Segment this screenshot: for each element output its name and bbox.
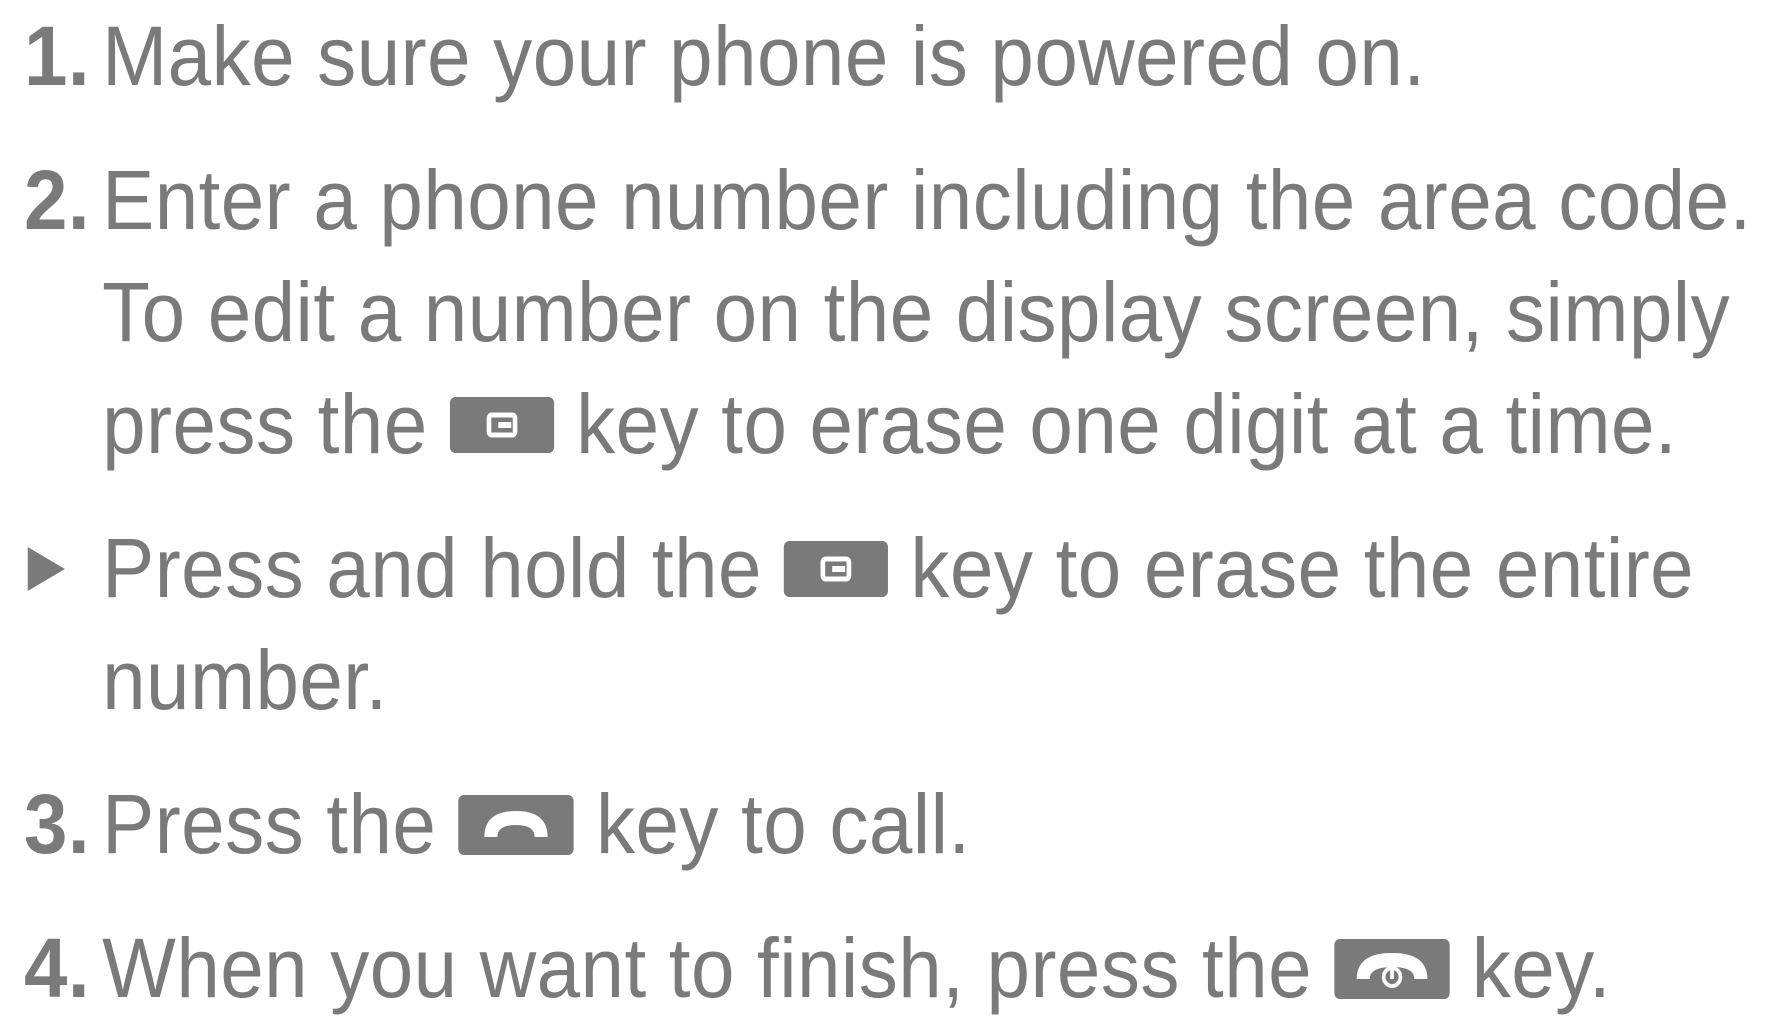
step-4: 4. When you want to finish, press the key… (24, 912, 1661, 1024)
step-text: Press and hold the (102, 521, 762, 615)
step-2-line-1: 2. Enter a phone number including the are… (24, 144, 1751, 256)
triangle-bullet-icon (24, 512, 102, 624)
send-call-key-icon (458, 794, 574, 855)
step-text: press the (102, 377, 428, 471)
bullet-line-1: Press and hold the key to erase the enti… (24, 512, 1694, 624)
step-text: Enter a phone number including the area … (102, 153, 1752, 247)
step-number: 3. (24, 777, 91, 871)
step-text: key to erase one digit at a time. (576, 377, 1678, 471)
step-2-line-2: To edit a number on the display screen, … (24, 256, 1730, 368)
step-1: 1. Make sure your phone is powered on. (24, 0, 1661, 112)
step-text: Press the (102, 777, 437, 871)
step-3: 3. Press the key to call. (24, 768, 1661, 880)
step-number: 2. (24, 153, 91, 247)
bullet-line-2: number. (24, 624, 1661, 736)
clear-key-icon (449, 396, 554, 453)
step-text: key to call. (595, 777, 971, 871)
instruction-list: 1. Make sure your phone is powered on. 2.… (24, 0, 1784, 1024)
end-call-key-icon (1334, 938, 1450, 999)
step-number: 4. (24, 921, 91, 1015)
step-text: Make sure your phone is powered on. (102, 9, 1426, 103)
step-text: key to erase the entire (910, 521, 1695, 615)
clear-key-icon (784, 540, 889, 597)
step-2-line-3: press the key to erase one digit at a ti… (24, 368, 1677, 480)
step-text: To edit a number on the display screen, … (102, 265, 1731, 359)
step-text: number. (102, 633, 388, 727)
step-number: 1. (24, 9, 91, 103)
